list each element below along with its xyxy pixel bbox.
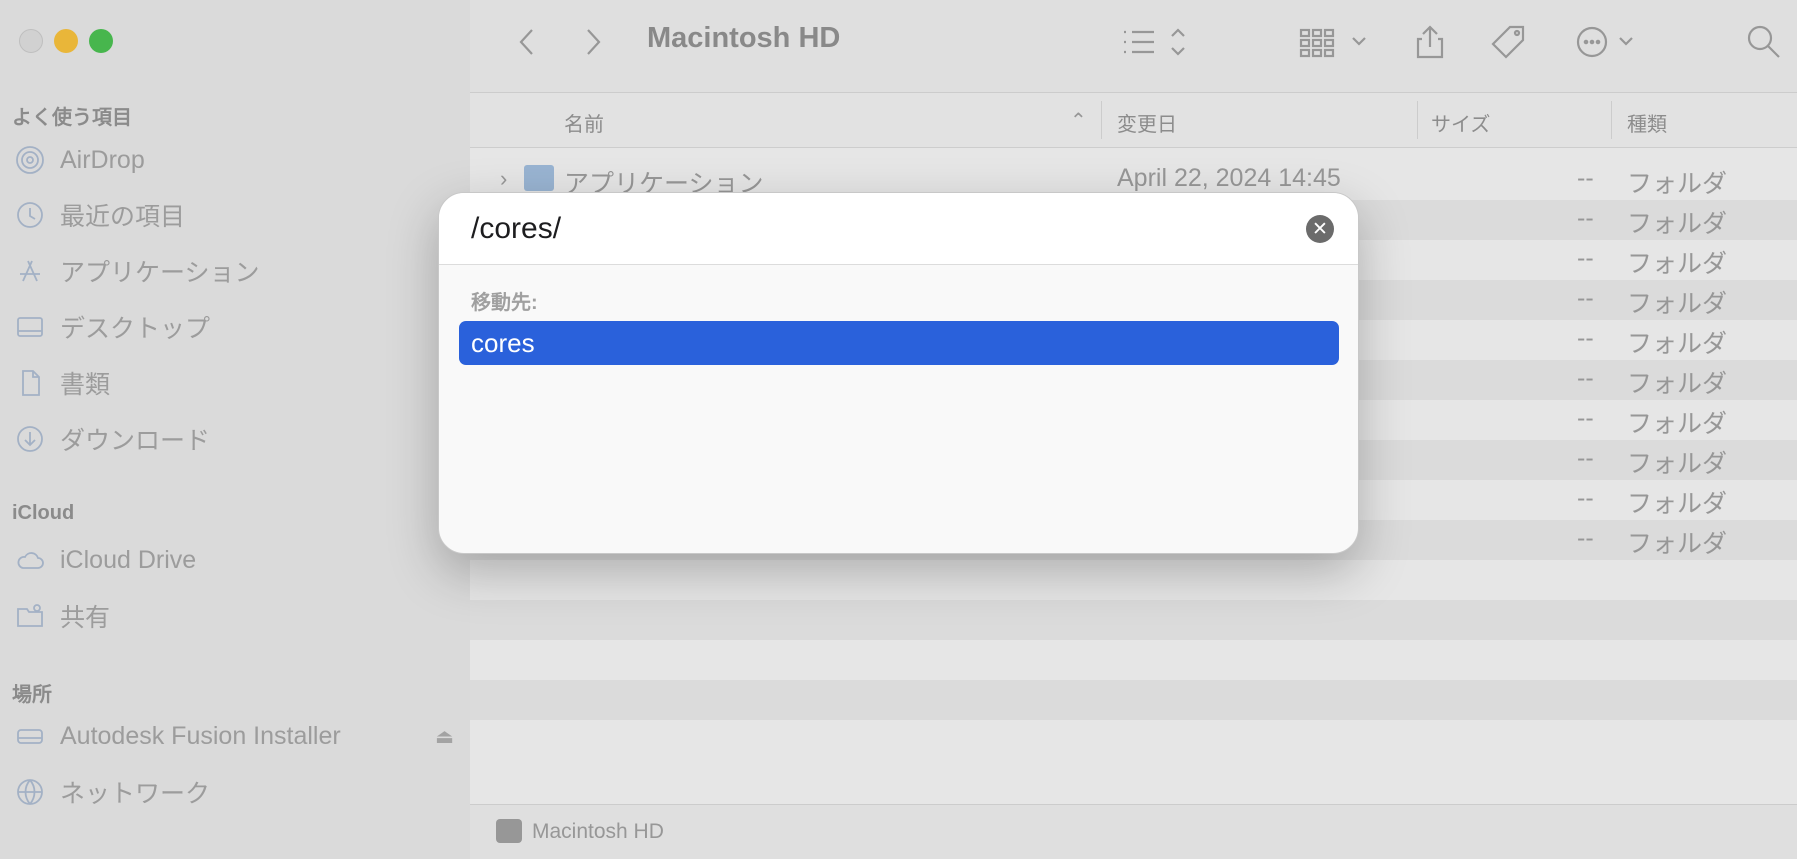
path-field-container: ✕ (439, 193, 1358, 265)
path-input[interactable] (471, 209, 1291, 249)
clear-input-button[interactable]: ✕ (1306, 215, 1334, 243)
close-icon: ✕ (1312, 218, 1328, 240)
go-to-folder-dialog: ✕ 移動先: cores (438, 192, 1359, 554)
suggestion-item-selected[interactable]: cores (459, 321, 1339, 365)
suggestions-header: 移動先: (471, 292, 538, 314)
